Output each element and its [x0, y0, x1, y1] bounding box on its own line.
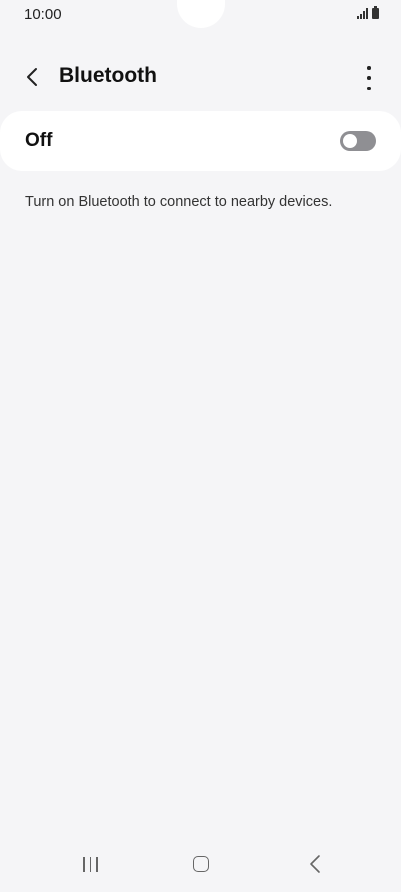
back-arrow-icon[interactable]	[20, 64, 46, 90]
bluetooth-switch[interactable]	[340, 131, 376, 151]
nav-back-icon[interactable]	[307, 854, 323, 874]
camera-notch	[177, 0, 225, 28]
signal-icon	[357, 8, 368, 19]
switch-knob	[343, 134, 357, 148]
app-bar: Bluetooth	[0, 56, 401, 100]
page-title: Bluetooth	[59, 64, 157, 87]
home-icon[interactable]	[193, 856, 209, 872]
recents-icon[interactable]	[81, 855, 100, 874]
bluetooth-toggle-row[interactable]: Off	[0, 111, 401, 171]
more-vertical-icon[interactable]	[361, 66, 377, 90]
bluetooth-state-label: Off	[25, 130, 53, 151]
status-icons	[357, 6, 379, 19]
bluetooth-description: Turn on Bluetooth to connect to nearby d…	[25, 194, 333, 210]
battery-icon	[372, 6, 379, 19]
navigation-bar	[0, 844, 401, 892]
status-time: 10:00	[24, 6, 62, 23]
status-bar: 10:00	[0, 0, 401, 30]
